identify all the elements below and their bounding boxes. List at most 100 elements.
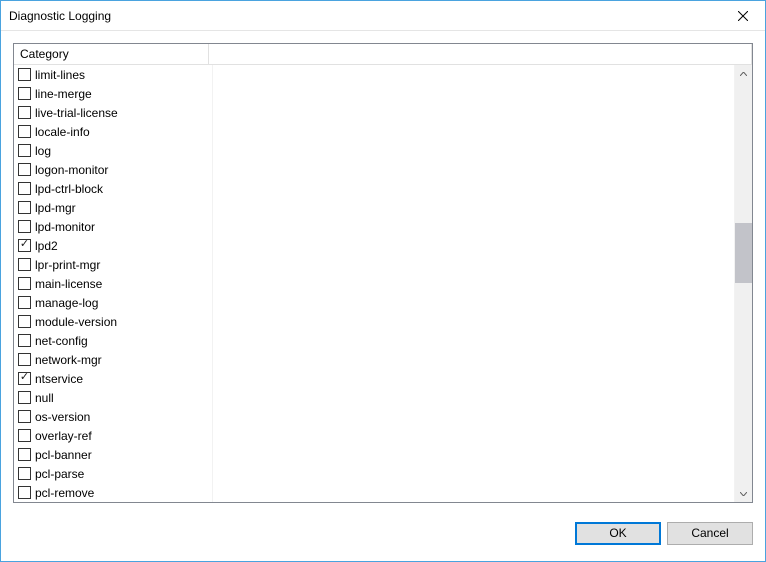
- category-label: pcl-remove: [35, 486, 94, 500]
- category-checkbox[interactable]: [18, 277, 31, 290]
- scroll-track[interactable]: [735, 82, 752, 485]
- category-label: lpd2: [35, 239, 58, 253]
- chevron-down-icon: [740, 492, 747, 496]
- list-item[interactable]: pcl-parse: [14, 464, 735, 483]
- list-item[interactable]: module-version: [14, 312, 735, 331]
- list-item[interactable]: lpd-ctrl-block: [14, 179, 735, 198]
- list-item[interactable]: lpd-monitor: [14, 217, 735, 236]
- list-item[interactable]: net-config: [14, 331, 735, 350]
- list-item-empty-cell: [213, 217, 735, 236]
- list-item-empty-cell: [213, 122, 735, 141]
- category-checkbox[interactable]: [18, 429, 31, 442]
- list-item-empty-cell: [213, 141, 735, 160]
- category-checkbox[interactable]: [18, 106, 31, 119]
- dialog-buttons: OK Cancel: [1, 515, 765, 561]
- category-checkbox[interactable]: [18, 144, 31, 157]
- category-label: main-license: [35, 277, 102, 291]
- category-label: pcl-parse: [35, 467, 84, 481]
- list-item[interactable]: locale-info: [14, 122, 735, 141]
- category-checkbox[interactable]: [18, 220, 31, 233]
- list-item-empty-cell: [213, 198, 735, 217]
- category-checkbox[interactable]: [18, 353, 31, 366]
- category-checkbox[interactable]: [18, 486, 31, 499]
- category-checkbox[interactable]: [18, 372, 31, 385]
- list-item-empty-cell: [213, 445, 735, 464]
- dialog-window: Diagnostic Logging Category limit-linesl…: [0, 0, 766, 562]
- category-checkbox[interactable]: [18, 391, 31, 404]
- list-item[interactable]: limit-lines: [14, 65, 735, 84]
- list-item-empty-cell: [213, 369, 735, 388]
- list-item[interactable]: network-mgr: [14, 350, 735, 369]
- list-item[interactable]: line-merge: [14, 84, 735, 103]
- category-label: lpd-monitor: [35, 220, 95, 234]
- window-title: Diagnostic Logging: [9, 9, 111, 23]
- list-item[interactable]: overlay-ref: [14, 426, 735, 445]
- list-item-empty-cell: [213, 274, 735, 293]
- list-item-empty-cell: [213, 255, 735, 274]
- list-item-empty-cell: [213, 483, 735, 502]
- category-label: lpd-mgr: [35, 201, 76, 215]
- list-item-empty-cell: [213, 407, 735, 426]
- category-label: limit-lines: [35, 68, 85, 82]
- list-item[interactable]: pcl-remove: [14, 483, 735, 502]
- category-label: line-merge: [35, 87, 92, 101]
- category-checkbox[interactable]: [18, 258, 31, 271]
- category-checkbox[interactable]: [18, 315, 31, 328]
- ok-button[interactable]: OK: [575, 522, 661, 545]
- vertical-scrollbar[interactable]: [735, 65, 752, 502]
- list-item[interactable]: logon-monitor: [14, 160, 735, 179]
- category-checkbox[interactable]: [18, 125, 31, 138]
- list-item-empty-cell: [213, 236, 735, 255]
- category-checkbox[interactable]: [18, 163, 31, 176]
- list-item[interactable]: os-version: [14, 407, 735, 426]
- list-item[interactable]: ntservice: [14, 369, 735, 388]
- category-label: manage-log: [35, 296, 98, 310]
- list-item-empty-cell: [213, 350, 735, 369]
- category-checkbox[interactable]: [18, 448, 31, 461]
- category-label: module-version: [35, 315, 117, 329]
- category-label: lpd-ctrl-block: [35, 182, 103, 196]
- list-item-empty-cell: [213, 388, 735, 407]
- list-rows: limit-lines line-merge live-trial-license l…: [14, 65, 735, 502]
- scroll-thumb[interactable]: [735, 223, 752, 283]
- cancel-button[interactable]: Cancel: [667, 522, 753, 545]
- scroll-down-button[interactable]: [735, 485, 752, 502]
- list-item[interactable]: main-license: [14, 274, 735, 293]
- scroll-up-button[interactable]: [735, 65, 752, 82]
- column-header-category[interactable]: Category: [14, 44, 209, 64]
- category-checkbox[interactable]: [18, 334, 31, 347]
- list-item-empty-cell: [213, 312, 735, 331]
- category-checkbox[interactable]: [18, 410, 31, 423]
- category-label: live-trial-license: [35, 106, 118, 120]
- category-checkbox[interactable]: [18, 467, 31, 480]
- category-label: net-config: [35, 334, 88, 348]
- category-checkbox[interactable]: [18, 296, 31, 309]
- titlebar: Diagnostic Logging: [1, 1, 765, 31]
- list-item[interactable]: manage-log: [14, 293, 735, 312]
- category-label: os-version: [35, 410, 90, 424]
- dialog-content: Category limit-lines line-merge live-trial…: [1, 31, 765, 515]
- close-button[interactable]: [720, 1, 765, 30]
- category-label: network-mgr: [35, 353, 102, 367]
- category-checkbox[interactable]: [18, 239, 31, 252]
- category-label: pcl-banner: [35, 448, 92, 462]
- list-item[interactable]: null: [14, 388, 735, 407]
- list-item[interactable]: lpr-print-mgr: [14, 255, 735, 274]
- list-item[interactable]: pcl-banner: [14, 445, 735, 464]
- list-item-empty-cell: [213, 293, 735, 312]
- category-label: log: [35, 144, 51, 158]
- list-header: Category: [14, 44, 752, 65]
- list-item[interactable]: lpd-mgr: [14, 198, 735, 217]
- category-checkbox[interactable]: [18, 182, 31, 195]
- category-checkbox[interactable]: [18, 201, 31, 214]
- list-item[interactable]: log: [14, 141, 735, 160]
- category-checkbox[interactable]: [18, 68, 31, 81]
- column-header-empty[interactable]: [209, 44, 752, 64]
- list-item-empty-cell: [213, 179, 735, 198]
- list-item[interactable]: lpd2: [14, 236, 735, 255]
- list-item[interactable]: live-trial-license: [14, 103, 735, 122]
- category-label: logon-monitor: [35, 163, 108, 177]
- category-label: ntservice: [35, 372, 83, 386]
- category-label: overlay-ref: [35, 429, 92, 443]
- category-checkbox[interactable]: [18, 87, 31, 100]
